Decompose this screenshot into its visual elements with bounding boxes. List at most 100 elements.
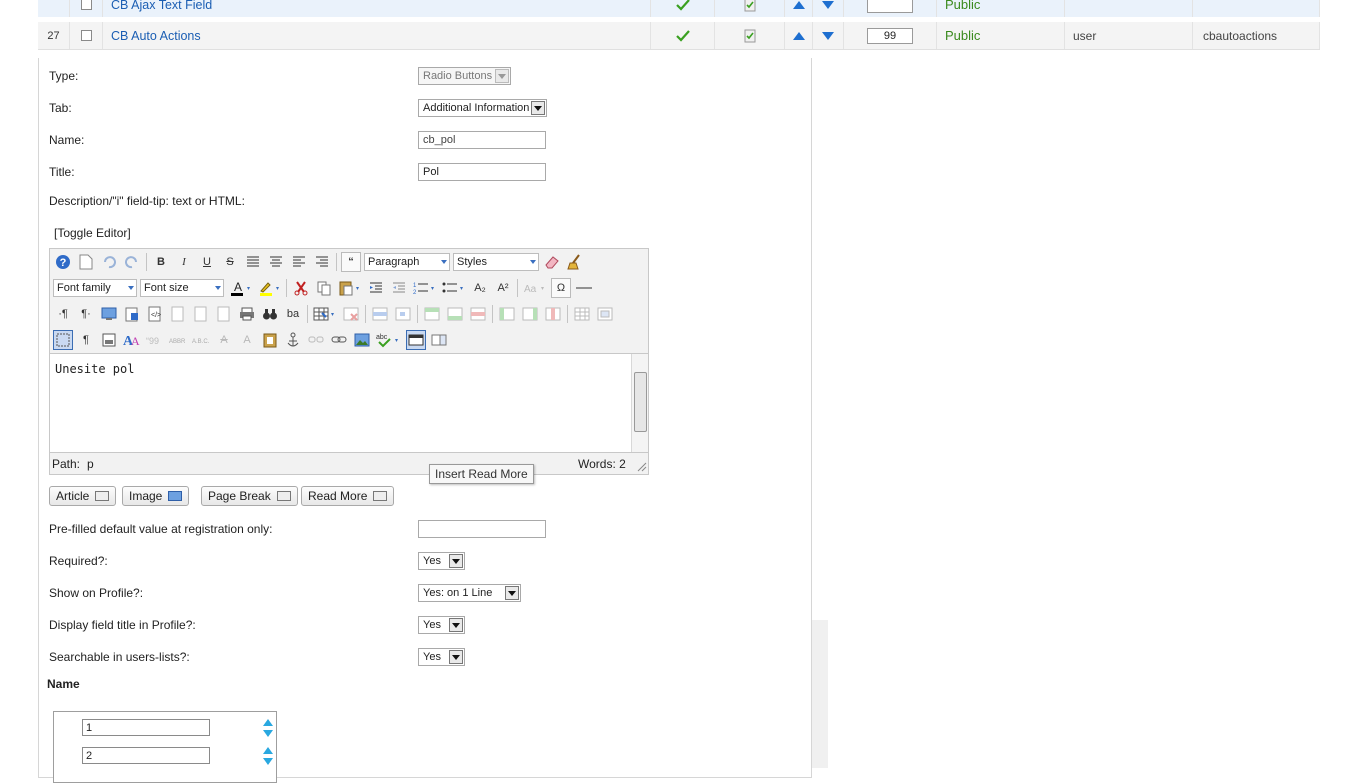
move-down-icon[interactable] <box>821 31 835 41</box>
format-select[interactable]: Paragraph <box>364 253 450 271</box>
replace-icon[interactable]: ba <box>283 304 303 324</box>
unlink-icon[interactable] <box>306 330 326 350</box>
show-profile-select[interactable]: Yes: on 1 Line <box>418 584 521 602</box>
ins-icon[interactable]: A <box>237 330 257 350</box>
anchor-icon[interactable] <box>283 330 303 350</box>
cite-icon[interactable]: “99 <box>145 330 165 350</box>
help-icon[interactable]: ? <box>53 252 73 272</box>
display-title-select[interactable]: Yes <box>418 616 465 634</box>
resize-handle-icon[interactable] <box>637 462 647 472</box>
align-left-icon[interactable] <box>289 252 309 272</box>
image-button[interactable]: Image <box>122 486 190 506</box>
indent-icon[interactable] <box>389 278 409 298</box>
toolbar-toggle-icon[interactable] <box>406 330 426 350</box>
published-check-icon[interactable] <box>675 29 690 42</box>
col-before-icon[interactable] <box>497 304 517 324</box>
highlight-color-icon[interactable] <box>256 278 282 298</box>
toggle-editor-link[interactable]: [Toggle Editor] <box>54 226 131 240</box>
order-input[interactable] <box>867 0 913 13</box>
attributes-icon[interactable] <box>260 330 280 350</box>
outdent-icon[interactable] <box>366 278 386 298</box>
bold-icon[interactable]: B <box>151 252 171 272</box>
required-select[interactable]: Yes <box>418 552 465 570</box>
split-cells-icon[interactable] <box>572 304 592 324</box>
preview-page-icon[interactable] <box>214 304 234 324</box>
search-binoculars-icon[interactable] <box>260 304 280 324</box>
row-props-icon[interactable] <box>370 304 390 324</box>
spellcheck-icon[interactable]: abc <box>375 330 403 350</box>
bullet-list-icon[interactable] <box>441 278 467 298</box>
row-checkbox[interactable] <box>80 0 92 10</box>
delete-table-icon[interactable] <box>341 304 361 324</box>
read-more-button[interactable]: Read More <box>301 486 395 506</box>
undo-icon[interactable] <box>99 252 119 272</box>
eraser-icon[interactable] <box>542 252 562 272</box>
searchable-select[interactable]: Yes <box>418 648 465 666</box>
row-checkbox[interactable] <box>80 30 92 41</box>
fullscreen-icon[interactable] <box>99 304 119 324</box>
published-check-icon[interactable] <box>675 0 690 11</box>
underline-icon[interactable]: U <box>197 252 217 272</box>
copy-icon[interactable] <box>314 278 334 298</box>
character-map-dropdown-icon[interactable]: Aa <box>522 278 548 298</box>
insert-table-icon[interactable] <box>312 304 338 324</box>
subscript-icon[interactable]: A₂ <box>470 278 490 298</box>
html-source-icon[interactable]: </> <box>145 304 165 324</box>
font-size-select[interactable]: Font size <box>140 279 224 297</box>
page-break-icon[interactable] <box>429 330 449 350</box>
align-justify-icon[interactable] <box>243 252 263 272</box>
field-name-link[interactable]: CB Auto Actions <box>111 29 201 43</box>
text-color-icon[interactable]: A <box>227 278 253 298</box>
row-before-icon[interactable] <box>422 304 442 324</box>
rtl-icon[interactable]: ¶· <box>76 304 96 324</box>
show-blocks-icon[interactable]: ¶ <box>76 330 96 350</box>
editor-scrollbar[interactable] <box>631 354 648 452</box>
tab-select[interactable]: Additional Information <box>418 99 547 117</box>
ltr-icon[interactable]: ·¶ <box>53 304 73 324</box>
cut-icon[interactable] <box>291 278 311 298</box>
move-up-icon[interactable] <box>792 31 806 41</box>
article-button[interactable]: Article <box>49 486 117 506</box>
template-icon[interactable] <box>168 304 188 324</box>
delete-row-icon[interactable] <box>468 304 488 324</box>
horizontal-rule-icon[interactable] <box>574 278 594 298</box>
omega-icon[interactable]: Ω <box>551 278 571 298</box>
value-input-1[interactable]: 1 <box>82 719 210 736</box>
font-family-select[interactable]: Font family <box>53 279 137 297</box>
insert-image-icon[interactable] <box>352 330 372 350</box>
required-icon[interactable] <box>743 0 757 12</box>
col-after-icon[interactable] <box>520 304 540 324</box>
paste-icon[interactable] <box>337 278 363 298</box>
value-input-2[interactable]: 2 <box>82 747 210 764</box>
editor-content-area[interactable]: Unesite pol <box>50 353 648 453</box>
merge-cells-icon[interactable] <box>595 304 615 324</box>
order-input[interactable]: 99 <box>867 27 913 44</box>
edit-attributes-icon[interactable] <box>191 304 211 324</box>
abbr-icon[interactable]: ABBR <box>168 330 188 350</box>
align-center-icon[interactable] <box>266 252 286 272</box>
field-name-link[interactable]: CB Ajax Text Field <box>111 0 212 12</box>
delete-col-icon[interactable] <box>543 304 563 324</box>
styles-select[interactable]: Styles <box>453 253 539 271</box>
name-input[interactable]: cb_pol <box>418 131 546 149</box>
strikethrough-icon[interactable]: S <box>220 252 240 272</box>
insert-layer-icon[interactable] <box>99 330 119 350</box>
sort-handle-icon[interactable] <box>262 746 274 766</box>
required-icon[interactable] <box>743 29 757 43</box>
scrollbar-thumb[interactable] <box>634 372 647 432</box>
prefilled-input[interactable] <box>418 520 546 538</box>
link-icon[interactable] <box>329 330 349 350</box>
path-value[interactable]: p <box>87 457 94 471</box>
editor-content-text[interactable]: Unesite pol <box>55 362 134 376</box>
del-icon[interactable]: A <box>214 330 234 350</box>
acronym-icon[interactable]: A.B.C. <box>191 330 211 350</box>
blockquote-icon[interactable]: “ <box>341 252 361 272</box>
page-break-button[interactable]: Page Break <box>201 486 298 506</box>
row-after-icon[interactable] <box>445 304 465 324</box>
redo-icon[interactable] <box>122 252 142 272</box>
cell-props-icon[interactable] <box>393 304 413 324</box>
move-up-icon[interactable] <box>792 0 806 10</box>
move-down-icon[interactable] <box>821 0 835 10</box>
title-input[interactable]: Pol <box>418 163 546 181</box>
visual-aid-icon[interactable] <box>53 330 73 350</box>
